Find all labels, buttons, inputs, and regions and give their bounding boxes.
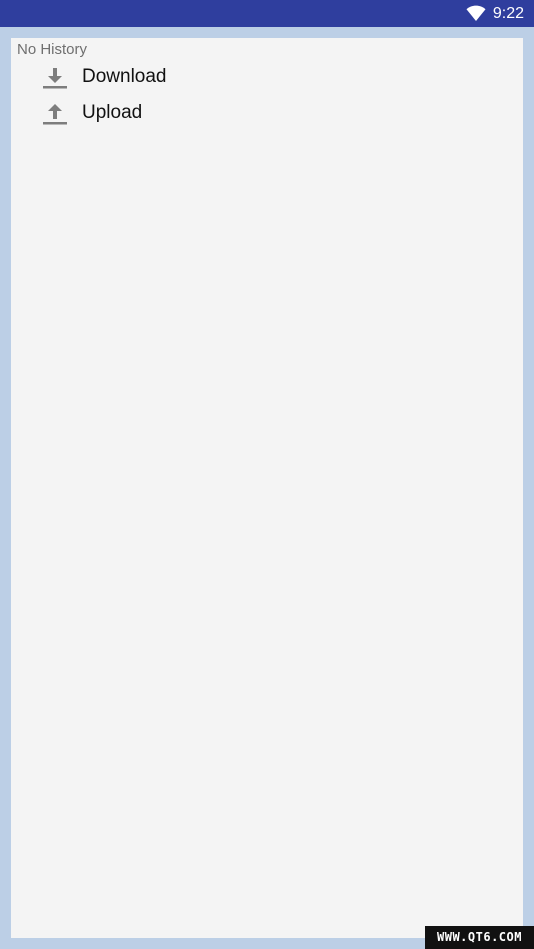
- wifi-icon: [466, 5, 486, 21]
- status-bar: 9:22: [0, 0, 534, 27]
- history-panel: No History Download Upload: [11, 38, 523, 938]
- status-time: 9:22: [492, 5, 524, 22]
- history-empty-label: No History: [17, 41, 88, 58]
- upload-item[interactable]: Upload: [41, 98, 142, 128]
- upload-icon: [41, 98, 75, 128]
- download-item[interactable]: Download: [41, 62, 167, 92]
- download-label: Download: [82, 66, 167, 87]
- download-icon: [41, 62, 75, 92]
- watermark: WWW.QT6.COM: [425, 926, 534, 949]
- upload-label: Upload: [82, 102, 143, 123]
